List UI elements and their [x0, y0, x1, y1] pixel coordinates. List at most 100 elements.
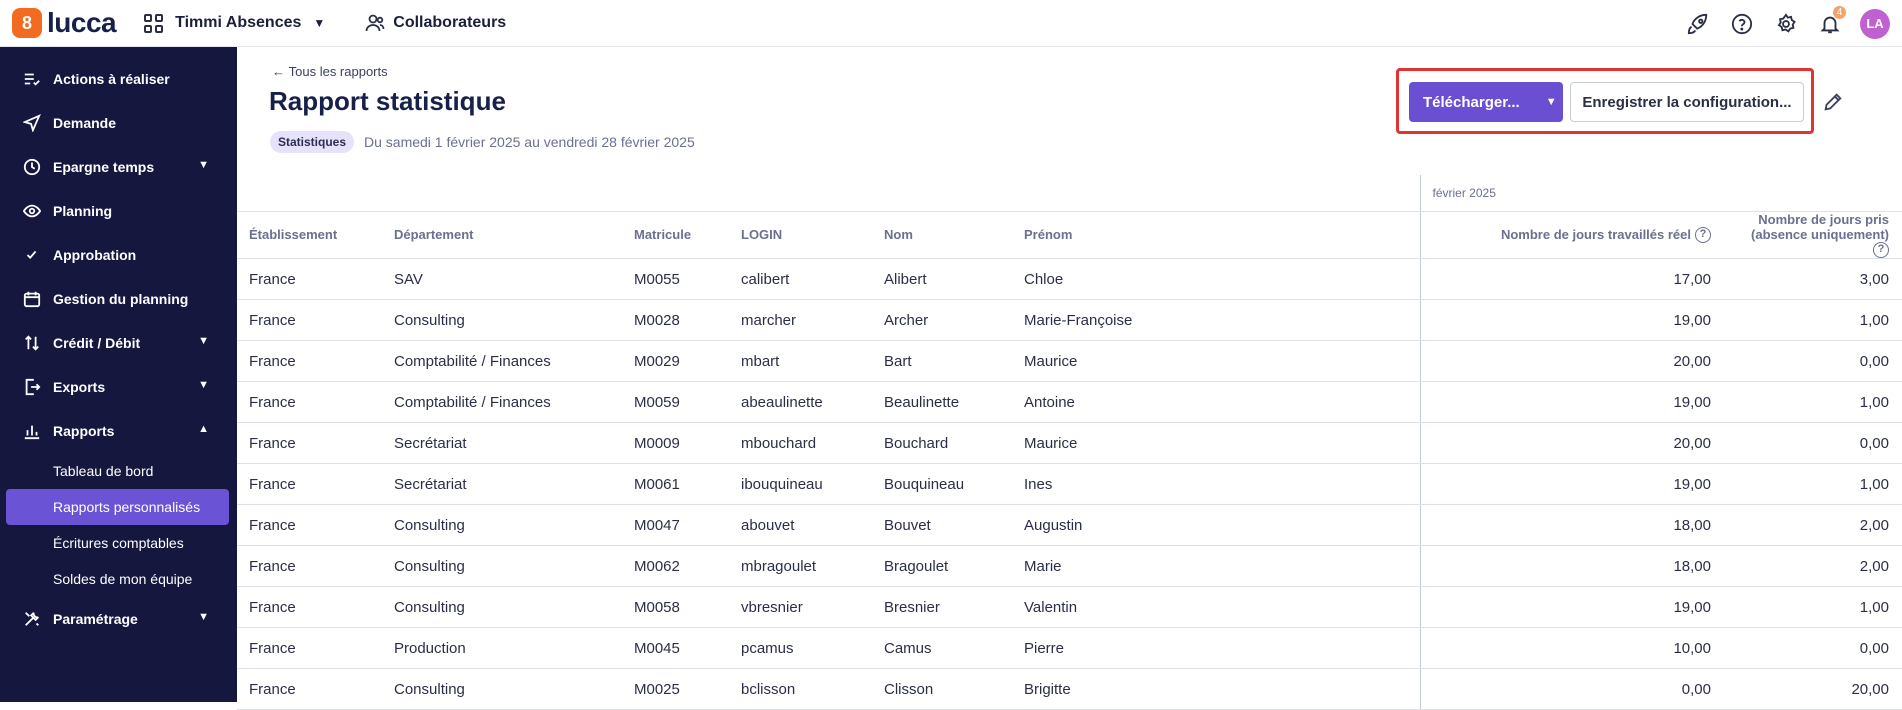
report-period: Du samedi 1 février 2025 au vendredi 28 …: [364, 134, 695, 150]
chevron-down-icon: ▼: [1545, 96, 1557, 108]
notification-badge: 4: [1833, 5, 1846, 19]
eye-icon: [22, 202, 42, 220]
logo-text: lucca: [47, 7, 117, 38]
download-button[interactable]: Télécharger... ▼: [1409, 82, 1563, 122]
edit-pencil-icon[interactable]: [1822, 91, 1844, 113]
column-header[interactable]: LOGIN: [729, 211, 872, 260]
user-avatar[interactable]: LA: [1860, 8, 1890, 39]
table-cell: France: [237, 258, 382, 301]
table-cell: Brigitte: [1012, 668, 1420, 710]
sidebar-subitem-rapports-personnalises[interactable]: Rapports personnalisés: [6, 489, 229, 525]
table-cell: 19,00: [1419, 299, 1724, 342]
table-cell: 20,00: [1419, 422, 1724, 465]
sidebar-item-label: Exports: [53, 379, 106, 395]
swap-icon: [22, 334, 42, 352]
table-cell: 3,00: [1724, 258, 1902, 301]
column-header-worked-days[interactable]: Nombre de jours travaillés réel?: [1419, 211, 1724, 260]
table-cell: 0,00: [1724, 627, 1902, 670]
save-configuration-button[interactable]: Enregistrer la configuration...: [1570, 82, 1804, 122]
chevron-up-icon: ▲: [198, 423, 209, 435]
sidebar-item-epargne-temps[interactable]: Epargne temps ▼: [0, 145, 237, 189]
arrow-left-icon: ←: [272, 64, 289, 79]
column-header[interactable]: Établissement: [237, 211, 382, 260]
table-cell: Bresnier: [872, 586, 1012, 629]
table-row[interactable]: France Consulting M0025 bclisson Clisson Brig…: [237, 668, 1902, 710]
table-cell: 0,00: [1419, 668, 1724, 710]
table-row[interactable]: France Comptabilité / Finances M0029 mbart B…: [237, 340, 1902, 383]
table-cell: 10,00: [1419, 627, 1724, 670]
column-header[interactable]: Nom: [872, 211, 1012, 260]
sidebar-item-exports[interactable]: Exports ▼: [0, 365, 237, 409]
table-cell: 0,00: [1724, 422, 1902, 465]
sidebar-subitem-ecritures-comptables[interactable]: Écritures comptables: [0, 525, 237, 561]
table-cell: Maurice: [1012, 340, 1420, 383]
table-row[interactable]: France SAV M0055 calibert Alibert Chloe 17,00 3…: [237, 258, 1902, 301]
column-header-row: Établissement Département Matricule LOGI…: [237, 211, 1902, 260]
settings-button[interactable]: [1764, 2, 1808, 46]
table-row[interactable]: France Consulting M0062 mbragoulet Bragoulet…: [237, 545, 1902, 588]
report-table: février 2025 Établissement Département M…: [237, 175, 1902, 710]
lucca-logo-icon: 8: [12, 8, 42, 38]
table-cell: Marie: [1012, 545, 1420, 588]
notifications-button[interactable]: 4: [1808, 2, 1852, 46]
table-row[interactable]: France Secrétariat M0061 ibouquineau Bouquin…: [237, 463, 1902, 506]
back-label: Tous les rapports: [288, 64, 388, 79]
table-row[interactable]: France Consulting M0028 marcher Archer Marie-…: [237, 299, 1902, 342]
table-cell: Augustin: [1012, 504, 1420, 547]
sidebar-item-demande[interactable]: Demande: [0, 101, 237, 145]
table-cell: Camus: [872, 627, 1012, 670]
tasks-icon: [22, 70, 42, 88]
sidebar-item-planning[interactable]: Planning: [0, 189, 237, 233]
table-cell: Consulting: [382, 586, 622, 629]
group-header-row: février 2025: [237, 175, 1902, 212]
sidebar-item-gestion-planning[interactable]: Gestion du planning: [0, 277, 237, 321]
app-switcher[interactable]: Timmi Absences ▼: [144, 13, 326, 33]
table-cell: abeaulinette: [729, 381, 872, 424]
rocket-button[interactable]: [1676, 2, 1720, 46]
table-cell: M0055: [622, 258, 729, 301]
sidebar-subitem-soldes-equipe[interactable]: Soldes de mon équipe: [0, 561, 237, 597]
table-cell: France: [237, 586, 382, 629]
table-cell: mbart: [729, 340, 872, 383]
sidebar-item-parametrage[interactable]: Paramétrage ▼: [0, 597, 237, 641]
sidebar-item-label: Rapports: [53, 423, 115, 439]
table-cell: Comptabilité / Finances: [382, 381, 622, 424]
table-cell: Bragoulet: [872, 545, 1012, 588]
sidebar-subitem-tableau-de-bord[interactable]: Tableau de bord: [0, 453, 237, 489]
back-to-reports-link[interactable]: ← Tous les rapports: [272, 64, 388, 79]
column-header[interactable]: Matricule: [622, 211, 729, 260]
table-cell: Secrétariat: [382, 463, 622, 506]
clock-icon: [22, 158, 42, 176]
table-cell: 1,00: [1724, 299, 1902, 342]
table-cell: Consulting: [382, 299, 622, 342]
chevron-down-icon: ▼: [313, 16, 326, 30]
sidebar-item-label: Demande: [53, 115, 117, 131]
column-header[interactable]: Prénom: [1012, 211, 1420, 260]
lucca-logo[interactable]: 8 lucca: [12, 7, 117, 39]
table-cell: M0061: [622, 463, 729, 506]
table-cell: 1,00: [1724, 586, 1902, 629]
sidebar-item-approbation[interactable]: Approbation: [0, 233, 237, 277]
table-row[interactable]: France Secrétariat M0009 mbouchard Bouchard M…: [237, 422, 1902, 465]
table-row[interactable]: France Consulting M0058 vbresnier Bresnier Va…: [237, 586, 1902, 629]
table-row[interactable]: France Consulting M0047 abouvet Bouvet August…: [237, 504, 1902, 547]
help-icon[interactable]: ?: [1873, 242, 1889, 259]
column-header[interactable]: Département: [382, 211, 622, 260]
table-cell: 0,00: [1724, 340, 1902, 383]
sidebar-item-actions[interactable]: Actions à réaliser: [0, 57, 237, 101]
table-cell: Beaulinette: [872, 381, 1012, 424]
collaborators-link[interactable]: Collaborateurs: [365, 13, 506, 33]
column-header-absence-days[interactable]: Nombre de jours pris (absence uniquement…: [1724, 211, 1902, 260]
help-button[interactable]: [1720, 2, 1764, 46]
sidebar: Actions à réaliser Demande Epargne temps…: [0, 47, 237, 702]
help-icon[interactable]: ?: [1695, 227, 1711, 244]
tools-icon: [22, 610, 42, 628]
sidebar-item-credit-debit[interactable]: Crédit / Débit ▼: [0, 321, 237, 365]
page-title: Rapport statistique: [269, 86, 506, 116]
table-row[interactable]: France Production M0045 pcamus Camus Pierre 10…: [237, 627, 1902, 670]
sidebar-item-rapports[interactable]: Rapports ▲: [0, 409, 237, 453]
table-cell: Bouvet: [872, 504, 1012, 547]
table-cell: Bouquineau: [872, 463, 1012, 506]
table-row[interactable]: France Comptabilité / Finances M0059 abeaul…: [237, 381, 1902, 424]
table-cell: M0009: [622, 422, 729, 465]
